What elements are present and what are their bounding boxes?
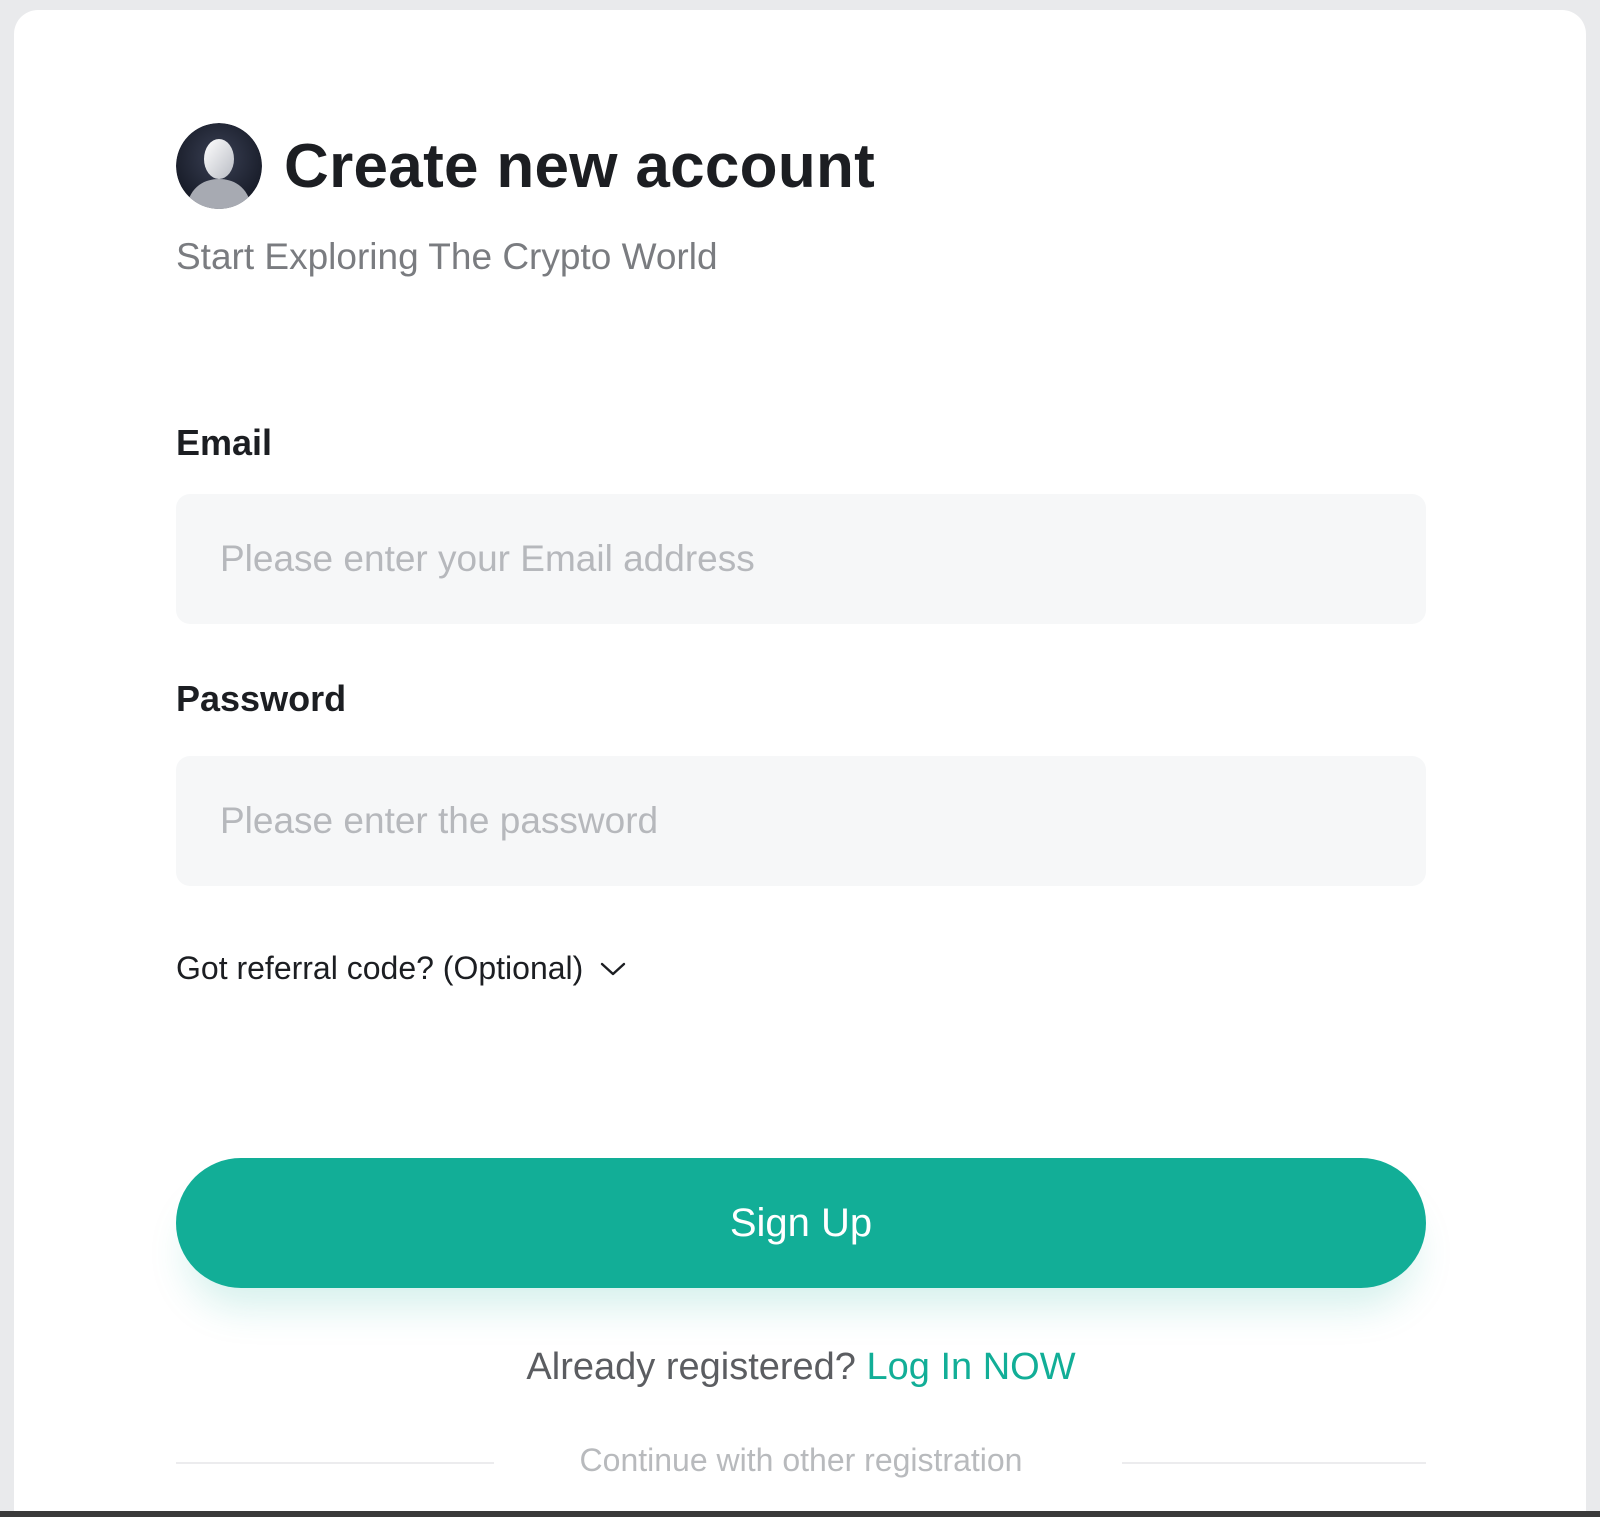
login-prompt: Already registered? Log In NOW [176, 1346, 1426, 1389]
referral-code-label: Got referral code? (Optional) [176, 950, 584, 986]
password-input[interactable] [176, 756, 1426, 886]
signup-card: Create new account Start Exploring The C… [14, 10, 1586, 1517]
sign-up-button[interactable]: Sign Up [176, 1158, 1426, 1288]
page-header: Create new account [176, 122, 875, 210]
login-prompt-text: Already registered? [526, 1346, 856, 1388]
chevron-down-icon [599, 959, 627, 979]
email-input[interactable] [176, 494, 1426, 624]
window-bottom-edge [0, 1511, 1600, 1517]
page-subtitle: Start Exploring The Crypto World [176, 236, 718, 277]
page-title: Create new account [284, 131, 876, 201]
avatar [176, 123, 262, 209]
user-avatar-icon [176, 123, 262, 209]
login-now-link[interactable]: Log In NOW [867, 1346, 1076, 1388]
password-label: Password [176, 678, 347, 719]
referral-code-toggle[interactable]: Got referral code? (Optional) [176, 950, 627, 987]
email-label: Email [176, 422, 273, 463]
alt-registration-label: Continue with other registration [579, 1442, 1023, 1478]
alt-registration-divider: Continue with other registration [176, 1442, 1426, 1482]
